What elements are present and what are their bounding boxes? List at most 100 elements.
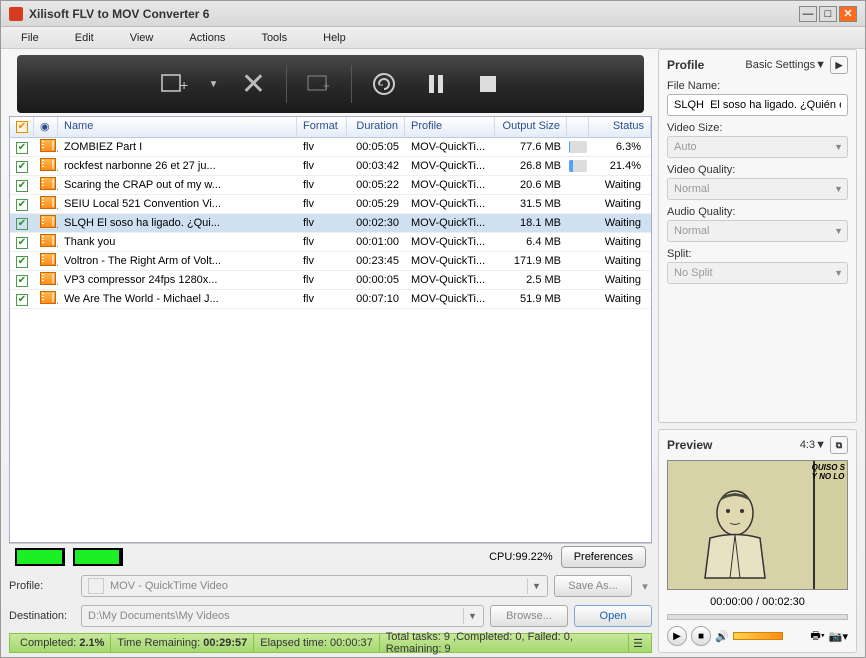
row-name: We Are The World - Michael J...	[58, 291, 297, 307]
col-name[interactable]: Name	[58, 117, 297, 137]
row-checkbox[interactable]: ✔	[16, 142, 28, 154]
col-status[interactable]: Status	[589, 117, 651, 137]
app-window: Xilisoft FLV to MOV Converter 6 — □ ✕ Fi…	[0, 0, 866, 658]
row-format: flv	[297, 139, 347, 155]
row-checkbox[interactable]: ✔	[16, 161, 28, 173]
preview-stop-button[interactable]: ■	[691, 626, 711, 646]
col-format[interactable]: Format	[297, 117, 347, 137]
row-checkbox[interactable]: ✔	[16, 218, 28, 230]
profile-play-icon[interactable]: ▶	[830, 56, 848, 74]
row-profile: MOV-QuickTi...	[405, 272, 495, 288]
menu-actions[interactable]: Actions	[189, 32, 225, 44]
chevron-down-icon: ▼	[463, 608, 481, 624]
volume-slider[interactable]	[733, 632, 783, 640]
split-select[interactable]: No Split▼	[667, 262, 848, 284]
basic-settings-link[interactable]: Basic Settings▼	[745, 59, 826, 71]
menu-edit[interactable]: Edit	[75, 32, 94, 44]
row-checkbox[interactable]: ✔	[16, 256, 28, 268]
save-as-button[interactable]: Save As...	[554, 575, 632, 597]
menu-view[interactable]: View	[130, 32, 154, 44]
col-duration[interactable]: Duration	[347, 117, 405, 137]
row-size: 6.4 MB	[495, 234, 567, 250]
volume-icon[interactable]: 🔊	[715, 630, 729, 643]
film-icon	[40, 234, 56, 247]
aspect-ratio-link[interactable]: 4:3▼	[800, 439, 826, 451]
app-logo-icon	[9, 7, 23, 21]
row-status: Waiting	[589, 272, 651, 288]
row-name: Thank you	[58, 234, 297, 250]
convert-button[interactable]	[364, 66, 404, 102]
row-name: SEIU Local 521 Convention Vi...	[58, 196, 297, 212]
preview-window-icon[interactable]: ⧉	[830, 436, 848, 454]
preview-play-button[interactable]: ▶	[667, 626, 687, 646]
add-dropdown-icon[interactable]: ▼	[206, 66, 222, 102]
menu-tools[interactable]: Tools	[261, 32, 287, 44]
pause-button[interactable]	[416, 66, 456, 102]
profile-dropdown-icon[interactable]: ▾	[638, 580, 652, 593]
col-output-size[interactable]: Output Size	[495, 117, 567, 137]
table-row[interactable]: ✔Thank youflv00:01:00MOV-QuickTi...6.4 M…	[10, 233, 651, 252]
row-checkbox[interactable]: ✔	[16, 275, 28, 287]
table-row[interactable]: ✔Scaring the CRAP out of my w...flv00:05…	[10, 176, 651, 195]
row-checkbox[interactable]: ✔	[16, 294, 28, 306]
menu-file[interactable]: File	[21, 32, 39, 44]
row-status: Waiting	[589, 177, 651, 193]
cpu-core2-meter	[73, 548, 123, 566]
add-files-button[interactable]: +	[154, 66, 194, 102]
profile-combo[interactable]: MOV - QuickTime Video ▼	[81, 575, 548, 597]
minimize-button[interactable]: —	[799, 6, 817, 22]
preview-seekbar[interactable]	[667, 614, 848, 620]
menu-help[interactable]: Help	[323, 32, 346, 44]
col-profile[interactable]: Profile	[405, 117, 495, 137]
row-checkbox[interactable]: ✔	[16, 199, 28, 211]
browse-button[interactable]: Browse...	[490, 605, 568, 627]
close-button[interactable]: ✕	[839, 6, 857, 22]
maximize-button[interactable]: □	[819, 6, 837, 22]
row-status: 6.3%	[589, 139, 651, 155]
file-table: ✔ ◉ Name Format Duration Profile Output …	[9, 116, 652, 543]
film-icon	[40, 139, 56, 152]
snapshot-icon[interactable]: 📷▾	[829, 630, 848, 643]
table-row[interactable]: ✔ZOMBIEZ Part Iflv00:05:05MOV-QuickTi...…	[10, 138, 651, 157]
cpu-label: CPU:99.22%	[489, 551, 553, 563]
filename-label: File Name:	[667, 80, 848, 92]
filename-input[interactable]	[667, 94, 848, 116]
preview-title: Preview	[667, 438, 712, 452]
row-status: Waiting	[589, 291, 651, 307]
table-row[interactable]: ✔Voltron - The Right Arm of Volt...flv00…	[10, 252, 651, 271]
row-duration: 00:03:42	[347, 158, 405, 174]
table-row[interactable]: ✔rockfest narbonne 26 et 27 ju...flv00:0…	[10, 157, 651, 176]
snapshot-folder-icon[interactable]: 🖶▾	[810, 627, 824, 646]
row-profile: MOV-QuickTi...	[405, 177, 495, 193]
stop-button[interactable]	[468, 66, 508, 102]
row-name: rockfest narbonne 26 et 27 ju...	[58, 158, 297, 174]
destination-combo[interactable]: D:\My Documents\My Videos ▼	[81, 605, 484, 627]
select-all-checkbox[interactable]: ✔	[16, 121, 28, 133]
remove-button[interactable]: ✕	[234, 66, 274, 102]
list-view-icon[interactable]: ☰	[629, 637, 647, 650]
menubar: File Edit View Actions Tools Help	[1, 27, 865, 49]
table-row[interactable]: ✔We Are The World - Michael J...flv00:07…	[10, 290, 651, 309]
output-folder-button[interactable]: +	[299, 66, 339, 102]
row-profile: MOV-QuickTi...	[405, 291, 495, 307]
table-row[interactable]: ✔SEIU Local 521 Convention Vi...flv00:05…	[10, 195, 651, 214]
row-size: 171.9 MB	[495, 253, 567, 269]
row-progressbar	[569, 160, 587, 172]
col-source-icon[interactable]: ◉	[34, 117, 58, 137]
row-checkbox[interactable]: ✔	[16, 180, 28, 192]
preferences-button[interactable]: Preferences	[561, 546, 646, 568]
row-name: Voltron - The Right Arm of Volt...	[58, 253, 297, 269]
row-duration: 00:01:00	[347, 234, 405, 250]
cpu-row: CPU:99.22% Preferences	[9, 543, 652, 569]
videosize-label: Video Size:	[667, 122, 848, 134]
row-profile: MOV-QuickTi...	[405, 158, 495, 174]
preview-caption: QUISO S Y NO LO	[812, 463, 845, 481]
row-duration: 00:23:45	[347, 253, 405, 269]
videoquality-select[interactable]: Normal▼	[667, 178, 848, 200]
table-row[interactable]: ✔SLQH El soso ha ligado. ¿Qui...flv00:02…	[10, 214, 651, 233]
videosize-select[interactable]: Auto▼	[667, 136, 848, 158]
table-row[interactable]: ✔VP3 compressor 24fps 1280x...flv00:00:0…	[10, 271, 651, 290]
open-button[interactable]: Open	[574, 605, 652, 627]
row-checkbox[interactable]: ✔	[16, 237, 28, 249]
audioquality-select[interactable]: Normal▼	[667, 220, 848, 242]
